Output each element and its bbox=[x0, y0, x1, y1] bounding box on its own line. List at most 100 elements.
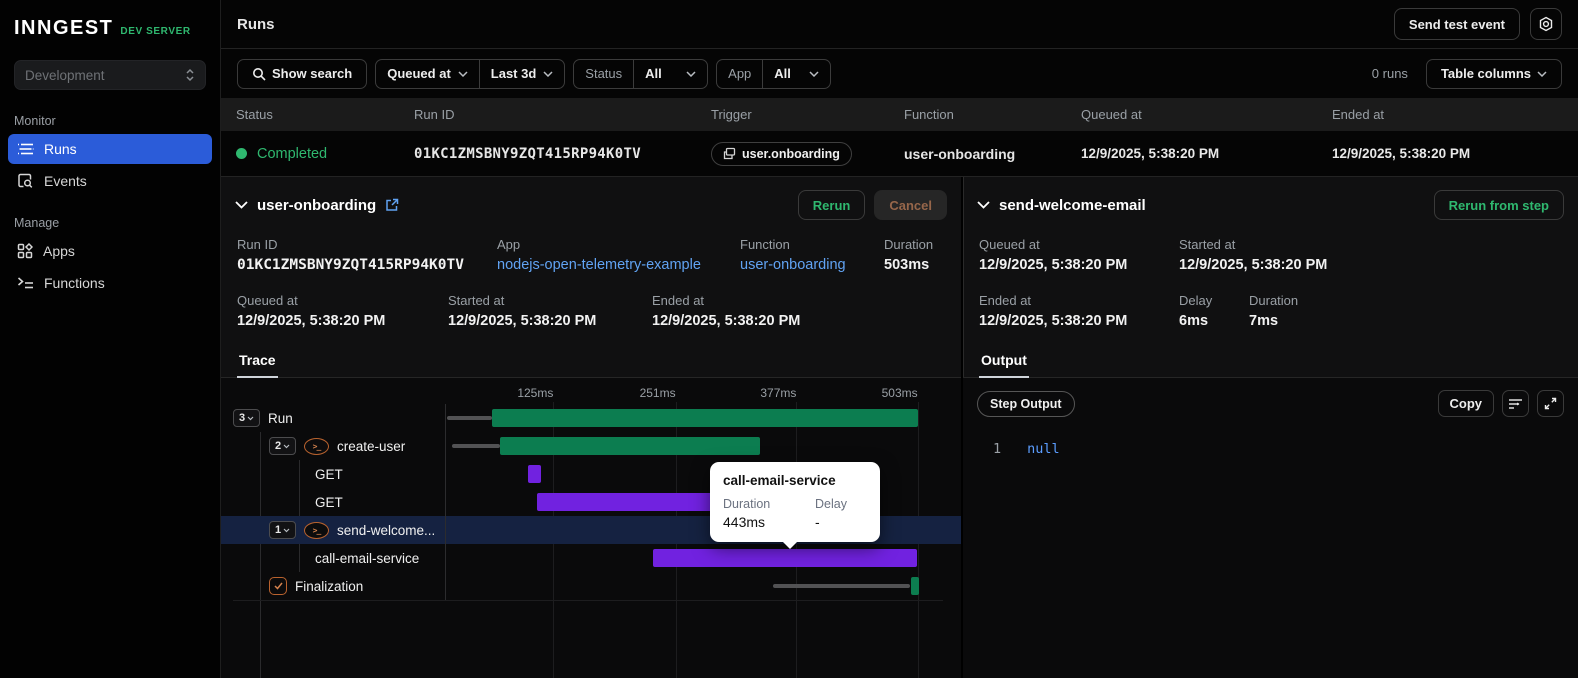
word-wrap-button[interactable] bbox=[1502, 390, 1529, 417]
step-panel-header: send-welcome-email Rerun from step bbox=[963, 177, 1578, 231]
span-count-badge[interactable]: 1 bbox=[269, 521, 296, 539]
meta-value: 503ms bbox=[884, 257, 930, 273]
sidebar-item-events[interactable]: Events bbox=[8, 166, 212, 196]
apps-icon bbox=[17, 243, 33, 259]
trace-row-label: GET bbox=[233, 460, 446, 488]
time-field-dropdown[interactable]: Queued at bbox=[376, 60, 479, 88]
chevron-down-icon bbox=[543, 70, 553, 77]
step-detail-panel: send-welcome-email Rerun from step Queue… bbox=[961, 177, 1578, 678]
finalization-check-icon bbox=[269, 577, 287, 595]
send-test-event-button[interactable]: Send test event bbox=[1393, 8, 1520, 40]
trace-row-label: Finalization bbox=[233, 572, 446, 600]
chevron-down-icon bbox=[458, 70, 468, 77]
column-header-ended-at: Ended at bbox=[1332, 107, 1385, 122]
environment-select[interactable]: Development bbox=[14, 60, 206, 90]
span-duration-bar[interactable] bbox=[499, 437, 760, 455]
filterbar: Show search Queued at Last 3d Status All bbox=[221, 49, 1578, 98]
code-viewer[interactable]: 1 null bbox=[963, 429, 1578, 457]
span-name: Finalization bbox=[295, 578, 364, 594]
sidebar-item-runs[interactable]: Runs bbox=[8, 134, 212, 164]
trace-row-call-email-service[interactable]: call-email-service bbox=[233, 544, 943, 572]
collapse-chevron-icon[interactable] bbox=[977, 201, 990, 209]
run-meta-row-2: Queued at 12/9/2025, 5:38:20 PM Started at… bbox=[221, 287, 961, 343]
collapse-chevron-icon[interactable] bbox=[235, 201, 248, 209]
app-filter-label: App bbox=[728, 66, 752, 81]
rerun-button[interactable]: Rerun bbox=[797, 190, 866, 220]
run-tabbar: Trace bbox=[221, 343, 961, 378]
output-toolbar: Step Output Copy bbox=[963, 378, 1578, 429]
table-columns-button[interactable]: Table columns bbox=[1425, 58, 1562, 89]
trace-row-label: 2 >_ create-user bbox=[233, 432, 446, 460]
sidebar-item-label: Events bbox=[44, 173, 87, 189]
meta-field-delay: Delay 6ms bbox=[1179, 293, 1249, 329]
rerun-from-step-button[interactable]: Rerun from step bbox=[1433, 190, 1564, 220]
span-duration-bar[interactable] bbox=[528, 465, 541, 483]
meta-value[interactable]: nodejs-open-telemetry-example bbox=[497, 257, 740, 273]
runs-count: 0 runs bbox=[1371, 66, 1408, 81]
column-header-run-id: Run ID bbox=[414, 107, 455, 122]
search-icon bbox=[253, 67, 266, 81]
span-count-badge[interactable]: 2 bbox=[269, 437, 296, 455]
expand-button[interactable] bbox=[1537, 390, 1564, 417]
tooltip-duration-value: 443ms bbox=[723, 514, 766, 530]
tooltip-delay-value: - bbox=[815, 514, 820, 530]
time-range-dropdown[interactable]: Last 3d bbox=[478, 59, 565, 88]
span-name: create-user bbox=[337, 438, 406, 454]
meta-label: Queued at bbox=[237, 293, 298, 308]
span-tooltip: call-email-service Duration Delay 443ms … bbox=[710, 462, 880, 549]
meta-value: 12/9/2025, 5:38:20 PM bbox=[1179, 257, 1328, 273]
span-name: Run bbox=[268, 410, 293, 426]
external-link-icon[interactable] bbox=[385, 198, 399, 212]
nav-section-label-monitor: Monitor bbox=[14, 114, 56, 128]
chevron-down-icon bbox=[1537, 70, 1547, 77]
span-count-badge[interactable]: 3 bbox=[233, 409, 260, 427]
cancel-button[interactable]: Cancel bbox=[874, 190, 947, 220]
meta-label: Ended at bbox=[979, 293, 1032, 308]
meta-field-run-id: Run ID 01KC1ZMSBNY9ZQT415RP94K0TV bbox=[237, 237, 497, 273]
status-filter: Status All bbox=[573, 58, 709, 89]
trace-row-finalization[interactable]: Finalization bbox=[233, 572, 943, 600]
tab-trace[interactable]: Trace bbox=[237, 343, 278, 378]
copy-button[interactable]: Copy bbox=[1437, 390, 1494, 417]
sidebar-item-label: Runs bbox=[44, 141, 77, 157]
trace-row-create-user[interactable]: 2 >_ create-user bbox=[233, 432, 943, 460]
meta-value: 7ms bbox=[1249, 313, 1279, 329]
sidebar-item-apps[interactable]: Apps bbox=[8, 236, 212, 266]
code-line-number: 1 bbox=[993, 441, 1002, 457]
show-search-button[interactable]: Show search bbox=[237, 58, 368, 89]
page-title: Runs bbox=[237, 15, 275, 33]
step-title: send-welcome-email bbox=[999, 196, 1146, 214]
span-duration-bar[interactable] bbox=[653, 549, 917, 567]
environment-select-value: Development bbox=[25, 67, 105, 83]
span-name: GET bbox=[315, 466, 343, 482]
trace-row-chart bbox=[446, 572, 943, 600]
settings-button[interactable] bbox=[1530, 8, 1562, 40]
chevron-down-icon bbox=[809, 70, 819, 77]
status-filter-dropdown[interactable]: All bbox=[633, 59, 707, 88]
app-filter-dropdown[interactable]: All bbox=[762, 59, 830, 88]
span-name: GET bbox=[315, 494, 343, 510]
trace-row-label: call-email-service bbox=[233, 544, 446, 572]
meta-label: Queued at bbox=[979, 237, 1040, 252]
tooltip-title: call-email-service bbox=[723, 473, 836, 488]
trace-time-axis: 125ms 251ms 377ms 503ms bbox=[446, 386, 943, 404]
queue-delay-line bbox=[451, 444, 500, 448]
tab-output[interactable]: Output bbox=[979, 343, 1029, 378]
topbar: Runs Send test event bbox=[221, 0, 1578, 49]
trace-row-run[interactable]: 3 Run bbox=[233, 404, 943, 432]
trigger-event-pill[interactable]: user.onboarding bbox=[711, 141, 852, 166]
span-duration-bar[interactable] bbox=[491, 409, 918, 427]
tooltip-delay-label: Delay bbox=[815, 497, 847, 511]
sidebar-item-functions[interactable]: Functions bbox=[8, 268, 212, 298]
meta-value: 12/9/2025, 5:38:20 PM bbox=[979, 313, 1128, 329]
inngest-logo: INNGEST bbox=[14, 17, 114, 39]
meta-value[interactable]: user-onboarding bbox=[740, 257, 884, 273]
gear-icon bbox=[1539, 16, 1553, 32]
span-duration-bar[interactable] bbox=[536, 493, 717, 511]
trace-row-chart bbox=[446, 544, 943, 572]
queue-delay-line bbox=[446, 416, 492, 420]
meta-field-duration: Duration 503ms bbox=[884, 237, 933, 273]
meta-value: 12/9/2025, 5:38:20 PM bbox=[979, 257, 1128, 273]
span-duration-bar[interactable] bbox=[910, 577, 919, 595]
table-row[interactable]: Completed 01KC1ZMSBNY9ZQT415RP94K0TV use… bbox=[221, 131, 1578, 176]
